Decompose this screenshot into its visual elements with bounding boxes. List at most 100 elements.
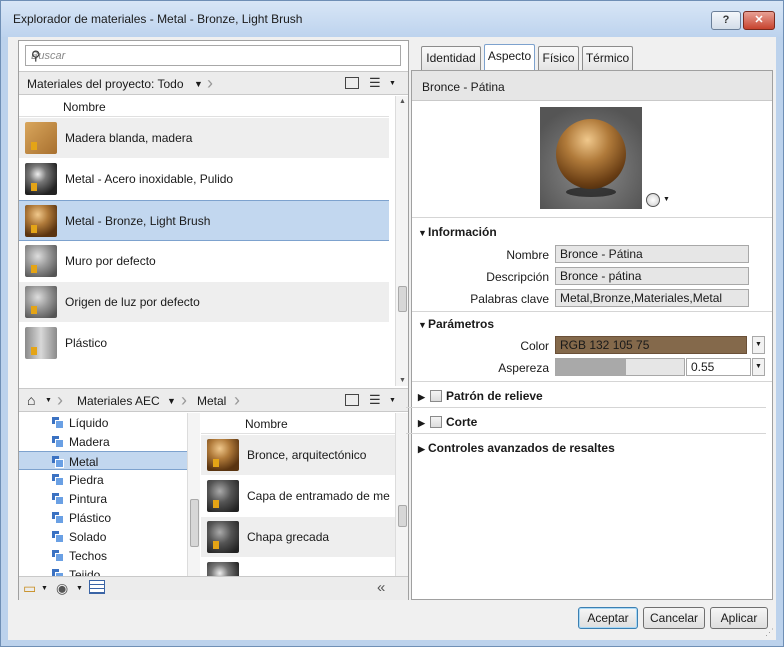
collapse-library-icon[interactable]: « (377, 579, 385, 596)
open-library-icon[interactable]: ▭ (23, 580, 36, 597)
open-library-dropdown-icon[interactable]: ▼ (41, 585, 48, 592)
library-crumb[interactable]: Materiales AEC (77, 394, 160, 408)
appearance-tab-content: Bronce - Pátina ▼ ▼Información Nombre Bro… (406, 70, 773, 600)
project-filter-dropdown-icon[interactable]: ▼ (194, 79, 203, 89)
edit-badge-icon (213, 459, 219, 467)
project-material-row[interactable]: Muro por defecto (19, 241, 389, 282)
tab-physical[interactable]: Físico (538, 46, 579, 70)
tree-scrollbar[interactable] (187, 413, 200, 576)
cancel-button[interactable]: Cancelar (643, 607, 705, 629)
library-material-row[interactable]: Chapa grecada (201, 517, 395, 558)
edit-badge-icon (31, 306, 37, 314)
scroll-up-icon[interactable]: ▲ (399, 98, 406, 105)
list-view-dropdown-icon[interactable]: ▼ (389, 397, 396, 404)
info-field-value[interactable]: Metal,Bronze,Materiales,Metal (555, 289, 749, 307)
project-list-header[interactable]: Nombre (19, 96, 389, 117)
home-icon[interactable]: ⌂ (27, 392, 35, 408)
color-dropdown-icon[interactable]: ▼ (752, 336, 765, 354)
search-input[interactable]: Buscar ⚲ (25, 45, 401, 66)
project-filter-label[interactable]: Materiales del proyecto: Todo (27, 77, 184, 91)
info-field-value[interactable]: Bronce - pátina (555, 267, 749, 285)
tab-thermal[interactable]: Térmico (582, 46, 633, 70)
material-editor-icon[interactable] (89, 580, 105, 594)
column-header-name[interactable]: Nombre (245, 417, 288, 431)
library-crumb-dropdown-icon[interactable]: ▼ (167, 396, 176, 406)
create-material-dropdown-icon[interactable]: ▼ (76, 585, 83, 592)
section-checkbox[interactable] (430, 416, 442, 428)
roughness-label: Aspereza (498, 361, 549, 375)
roughness-value-field[interactable]: 0.55 (686, 358, 751, 376)
expand-triangle-icon[interactable]: ▼ (418, 228, 428, 238)
scroll-thumb[interactable] (398, 286, 407, 312)
material-name: Metal - Bronze, Light Brush (65, 214, 211, 228)
library-list-header[interactable]: Nombre (201, 413, 395, 434)
tree-item[interactable]: Tejido (19, 565, 187, 576)
toggle-view-icon[interactable] (345, 77, 359, 89)
collapsed-section-title: Patrón de relieve (446, 389, 543, 403)
library-material-row[interactable] (201, 558, 395, 576)
close-button[interactable]: ✕ (743, 11, 775, 30)
ok-button[interactable]: Aceptar (578, 607, 638, 629)
tree-item[interactable]: Metal (19, 451, 187, 470)
help-button[interactable]: ? (711, 11, 741, 30)
list-view-icon[interactable]: ☰ (369, 392, 381, 408)
scroll-thumb[interactable] (398, 505, 407, 527)
edit-badge-icon (31, 183, 37, 191)
resize-grip-icon[interactable]: ⋰ (765, 627, 774, 638)
color-field[interactable]: RGB 132 105 75 (555, 336, 747, 354)
column-header-name[interactable]: Nombre (63, 100, 106, 114)
list-view-dropdown-icon[interactable]: ▼ (389, 80, 396, 87)
search-icon[interactable]: ⚲ (31, 48, 396, 64)
library-material-row[interactable]: Bronce, arquitectónico (201, 435, 395, 476)
collapsed-section-header[interactable]: ▶ Patrón de relieve (418, 389, 543, 403)
library-list-scrollbar[interactable] (395, 413, 408, 576)
project-material-row[interactable]: Metal - Bronze, Light Brush (19, 200, 389, 241)
library-material-row[interactable]: Capa de entramado de me (201, 476, 395, 517)
preview-scene-icon[interactable] (646, 193, 660, 207)
project-list-scrollbar[interactable]: ▲ ▼ (395, 96, 408, 386)
collapsed-section-header[interactable]: ▶ Corte (418, 415, 477, 429)
section-checkbox[interactable] (430, 390, 442, 402)
params-section-header[interactable]: ▼Parámetros (418, 317, 494, 331)
material-preview[interactable] (540, 107, 642, 209)
tree-item[interactable]: Pintura (19, 489, 187, 508)
collapse-triangle-icon[interactable]: ▶ (418, 444, 428, 455)
info-section-header[interactable]: ▼Información (418, 225, 497, 239)
roughness-slider[interactable] (555, 358, 685, 376)
scroll-thumb[interactable] (190, 499, 199, 547)
toggle-view-icon[interactable] (345, 394, 359, 406)
collapsed-section-header[interactable]: ▶ Controles avanzados de resaltes (418, 441, 615, 455)
tree-item[interactable]: Plástico (19, 508, 187, 527)
asset-name: Bronce - Pátina (422, 80, 505, 94)
project-material-row[interactable]: Metal - Acero inoxidable, Pulido (19, 159, 389, 200)
apply-button[interactable]: Aplicar (710, 607, 768, 629)
library-bar: ⌂ ▼ › Materiales AEC ▼ › Metal › ☰ ▼ (19, 388, 408, 412)
create-material-icon[interactable]: ◉ (56, 580, 68, 597)
collapse-triangle-icon[interactable]: ▶ (418, 418, 428, 429)
project-material-row[interactable]: Origen de luz por defecto (19, 282, 389, 323)
preview-scene-dropdown-icon[interactable]: ▼ (663, 196, 670, 203)
collapse-triangle-icon[interactable]: ▶ (418, 392, 428, 403)
scroll-down-icon[interactable]: ▼ (399, 377, 406, 384)
category-crumb[interactable]: Metal (197, 394, 226, 408)
list-view-icon[interactable]: ☰ (369, 75, 381, 91)
tab-identity[interactable]: Identidad (421, 46, 481, 70)
project-material-row[interactable]: Madera blanda, madera (19, 118, 389, 159)
roughness-dropdown-icon[interactable]: ▼ (752, 358, 765, 376)
tree-item-label: Techos (69, 549, 108, 563)
expand-triangle-icon[interactable]: ▼ (418, 320, 428, 330)
project-material-row[interactable]: Plástico (19, 323, 389, 364)
material-name: Chapa grecada (247, 530, 330, 544)
home-dropdown-icon[interactable]: ▼ (45, 397, 52, 404)
divider (412, 381, 772, 382)
crumb-separator-icon: › (234, 390, 240, 410)
tree-item[interactable]: Madera (19, 432, 187, 451)
tree-item[interactable]: Piedra (19, 470, 187, 489)
tree-item[interactable]: Techos (19, 546, 187, 565)
tree-item[interactable]: Solado (19, 527, 187, 546)
info-field-value[interactable]: Bronce - Pátina (555, 245, 749, 263)
edit-badge-icon (31, 142, 37, 150)
tree-item[interactable]: Líquido (19, 413, 187, 432)
tab-appearance[interactable]: Aspecto (484, 44, 535, 70)
tree-item-label: Líquido (69, 416, 109, 430)
